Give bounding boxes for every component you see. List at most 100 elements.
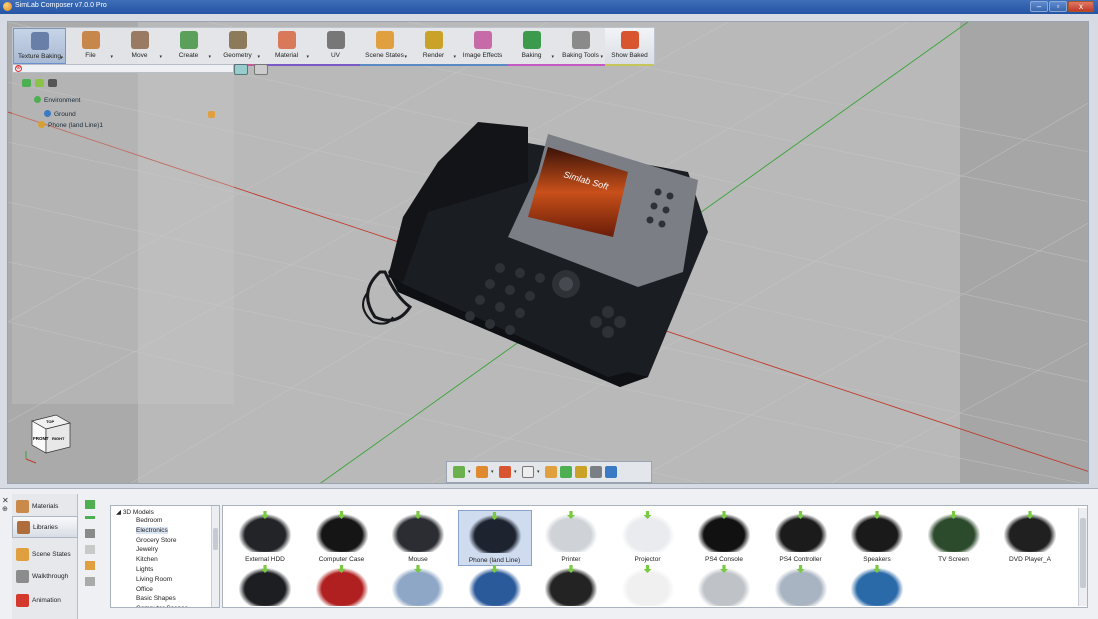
dropdown-caret[interactable]: ▾ bbox=[257, 54, 260, 60]
select-arrow-icon[interactable] bbox=[522, 466, 534, 478]
dropdown-caret[interactable]: ▾ bbox=[551, 54, 554, 60]
ribbon-button-move[interactable]: Move ▾ bbox=[115, 28, 164, 66]
panel-close-icon[interactable]: ✕ bbox=[2, 496, 9, 505]
dropdown-caret[interactable]: ▾ bbox=[60, 55, 63, 61]
category-grocery-store[interactable]: Grocery Store bbox=[136, 537, 176, 544]
library-item[interactable]: Mouse bbox=[381, 510, 455, 566]
navigation-cube[interactable]: TOP FRONT RIGHT bbox=[18, 407, 78, 467]
dropdown-caret[interactable]: ▾ bbox=[159, 54, 162, 60]
expand-icon[interactable] bbox=[22, 79, 31, 87]
lock-icon[interactable] bbox=[208, 111, 215, 118]
library-item[interactable]: DVD Player_A bbox=[993, 510, 1067, 566]
category-office[interactable]: Office bbox=[136, 586, 153, 593]
ribbon-button-image-effects[interactable]: Image Effects bbox=[458, 28, 507, 66]
grid-icon[interactable] bbox=[590, 466, 602, 478]
remove-icon[interactable] bbox=[85, 516, 95, 519]
dropdown-caret[interactable]: ▾ bbox=[600, 54, 603, 60]
ribbon-button-create[interactable]: Create ▾ bbox=[164, 28, 213, 66]
library-item[interactable] bbox=[534, 564, 608, 607]
dropdown-caret[interactable]: ▾ bbox=[453, 54, 456, 60]
view-mode-icon[interactable] bbox=[476, 466, 488, 478]
side-nav-walkthrough[interactable]: Walkthrough bbox=[12, 566, 78, 588]
panel-pin-icon[interactable]: ⊕ bbox=[2, 505, 8, 513]
dropdown-caret[interactable]: ▾ bbox=[306, 54, 309, 60]
library-item[interactable] bbox=[840, 564, 914, 607]
person-icon[interactable] bbox=[85, 545, 95, 554]
category-root[interactable]: ◢ 3D Models bbox=[116, 508, 154, 516]
tree-item-environment[interactable]: Environment bbox=[34, 96, 81, 104]
library-item[interactable]: PS4 Console bbox=[687, 510, 761, 566]
hierarchy-icon[interactable] bbox=[48, 79, 57, 87]
category-kitchen[interactable]: Kitchen bbox=[136, 556, 158, 563]
category-scrollbar[interactable] bbox=[211, 506, 219, 607]
library-item[interactable]: TV Screen bbox=[917, 510, 991, 566]
ribbon-button-material[interactable]: Material ▾ bbox=[262, 28, 311, 66]
category-electronics[interactable]: Electronics bbox=[136, 526, 168, 534]
object-icon[interactable] bbox=[499, 466, 511, 478]
ribbon-button-file[interactable]: File ▾ bbox=[66, 28, 115, 66]
library-item[interactable] bbox=[305, 564, 379, 607]
maximize-button[interactable]: ▫ bbox=[1049, 1, 1067, 12]
tree-item-ground[interactable]: Ground bbox=[44, 110, 76, 118]
library-item[interactable]: Printer bbox=[534, 510, 608, 566]
add-icon[interactable] bbox=[85, 500, 95, 509]
picker-icon[interactable] bbox=[254, 64, 268, 75]
ribbon-label: Texture Baking bbox=[18, 53, 61, 60]
dropdown-caret[interactable]: ▾ bbox=[110, 54, 113, 60]
zoom-icon[interactable] bbox=[560, 466, 572, 478]
ribbon-button-scene-states[interactable]: Scene States ▾ bbox=[360, 28, 409, 66]
library-item[interactable] bbox=[381, 564, 455, 607]
orbit-icon[interactable] bbox=[575, 466, 587, 478]
ribbon-button-uv[interactable]: UV bbox=[311, 28, 360, 66]
collapse-icon[interactable] bbox=[35, 79, 44, 87]
3d-viewport[interactable]: Simlab Soft Texture Baking ▾ File ▾ Move ▾ Cre… bbox=[7, 21, 1089, 484]
library-item[interactable]: Phone (land Line) bbox=[457, 510, 532, 566]
library-item[interactable] bbox=[458, 564, 532, 607]
ribbon-button-render[interactable]: Render ▾ bbox=[409, 28, 458, 66]
clear-search-icon[interactable]: ⊗ bbox=[15, 65, 22, 72]
library-item[interactable]: External HDD bbox=[228, 510, 302, 566]
ribbon-button-baking-tools[interactable]: Baking Tools ▾ bbox=[556, 28, 605, 66]
category-basic-shapes[interactable]: Basic Shapes bbox=[136, 595, 176, 602]
library-scrollbar[interactable] bbox=[1078, 508, 1087, 606]
ribbon-label: Render bbox=[422, 52, 445, 59]
library-item[interactable] bbox=[228, 564, 302, 607]
ribbon-button-show-baked[interactable]: Show Baked bbox=[605, 28, 654, 66]
ribbon-button-baking[interactable]: Baking ▾ bbox=[507, 28, 556, 66]
camera-icon[interactable] bbox=[234, 64, 248, 75]
minimize-button[interactable]: – bbox=[1030, 1, 1048, 12]
side-nav-scene-states[interactable]: Scene States bbox=[12, 544, 78, 566]
ribbon-button-geometry[interactable]: Geometry ▾ bbox=[213, 28, 262, 66]
library-item[interactable] bbox=[611, 564, 685, 607]
folder-icon[interactable] bbox=[85, 529, 95, 538]
ribbon-button-texture-baking[interactable]: Texture Baking ▾ bbox=[13, 28, 66, 65]
model-thumbnail bbox=[774, 514, 827, 552]
category-living-room[interactable]: Living Room bbox=[136, 576, 172, 583]
category-jewelry[interactable]: Jewelry bbox=[136, 546, 158, 553]
library-item[interactable] bbox=[764, 564, 838, 607]
library-item[interactable]: Projector bbox=[611, 510, 685, 566]
library-item[interactable]: PS4 Controller bbox=[764, 510, 838, 566]
tree-search-bar[interactable]: ⊗ bbox=[12, 64, 234, 73]
shading-icon[interactable] bbox=[453, 466, 465, 478]
options-icon[interactable] bbox=[85, 577, 95, 586]
category-bedroom[interactable]: Bedroom bbox=[136, 517, 162, 524]
side-nav-animation[interactable]: Animation bbox=[12, 590, 78, 612]
import-icon[interactable] bbox=[85, 561, 95, 570]
tree-item-phone[interactable]: Phone (land Line)1 bbox=[38, 121, 103, 129]
screenshot-icon[interactable] bbox=[605, 466, 617, 478]
category-lights[interactable]: Lights bbox=[136, 566, 153, 573]
library-item[interactable] bbox=[687, 564, 761, 607]
side-nav-libraries[interactable]: Libraries bbox=[12, 516, 78, 538]
side-nav-materials[interactable]: Materials bbox=[12, 496, 78, 518]
close-button[interactable]: x bbox=[1068, 1, 1094, 12]
ribbon-label: Baking Tools bbox=[562, 52, 599, 59]
zoom-fit-icon[interactable] bbox=[545, 466, 557, 478]
dropdown-caret[interactable]: ▾ bbox=[208, 54, 211, 60]
category-computer-scenes[interactable]: Computer Scenes bbox=[136, 605, 188, 607]
library-item[interactable]: Computer Case bbox=[305, 510, 379, 566]
dropdown-caret[interactable]: ▾ bbox=[404, 54, 407, 60]
library-item[interactable]: Speakers bbox=[840, 510, 914, 566]
expand-caret-icon[interactable]: ◢ bbox=[116, 509, 123, 516]
tree-item-label: Phone (land Line)1 bbox=[48, 122, 103, 129]
